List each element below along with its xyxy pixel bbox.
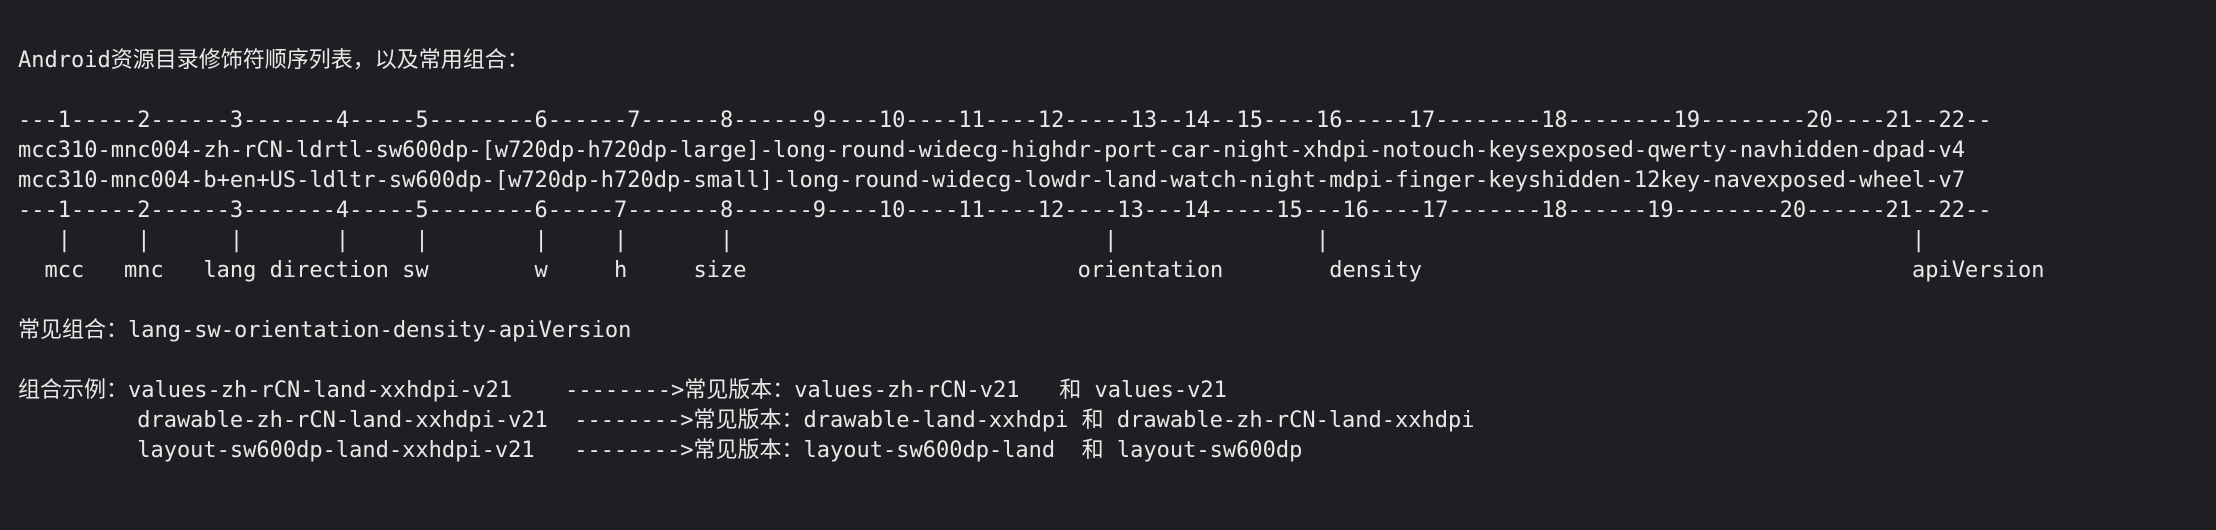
combination-example-3: layout-sw600dp-land-xxhdpi-v21 -------->… <box>18 438 1303 463</box>
qualifier-labels: mcc mnc lang direction sw w h size orien… <box>18 258 2045 283</box>
qualifier-ruler-bottom: ---1-----2------3-------4-----5--------6… <box>18 198 1992 223</box>
qualifier-pointer-pipes: | | | | | | | | | | | <box>18 228 1926 253</box>
qualifier-example-line-2: mcc310-mnc004-b+en+US-ldltr-sw600dp-[w72… <box>18 168 1966 193</box>
combination-example-2: drawable-zh-rCN-land-xxhdpi-v21 --------… <box>18 408 1475 433</box>
combination-example-1: 组合示例：values-zh-rCN-land-xxhdpi-v21 -----… <box>18 378 1227 403</box>
qualifier-example-line-1: mcc310-mnc004-zh-rCN-ldrtl-sw600dp-[w720… <box>18 138 1966 163</box>
terminal-window: Android资源目录修饰符顺序列表，以及常用组合： ---1-----2---… <box>0 0 2216 530</box>
common-combination: 常见组合：lang-sw-orientation-density-apiVers… <box>18 318 632 343</box>
page-title: Android资源目录修饰符顺序列表，以及常用组合： <box>18 48 529 73</box>
qualifier-ruler-top: ---1-----2------3-------4-----5--------6… <box>18 108 1992 133</box>
